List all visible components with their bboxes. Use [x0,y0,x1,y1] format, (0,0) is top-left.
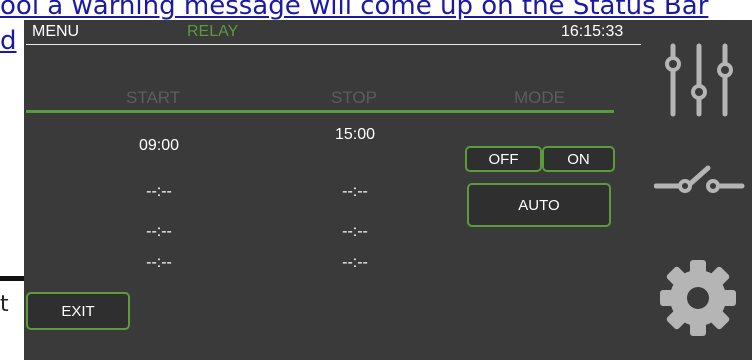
menu-button[interactable]: MENU [32,23,79,41]
page-title: RELAY [187,23,239,40]
top-bar: MENU RELAY 16:15:33 [24,20,644,46]
background-text-char: t [0,292,9,317]
stop-time-4[interactable]: --:-- [310,254,400,272]
mode-auto-button[interactable]: AUTO [467,183,611,227]
column-header-stop: STOP [331,88,377,107]
relay-screen: MENU RELAY 16:15:33 START STOP MODE 09:0… [24,20,644,360]
background-divider [0,276,24,281]
start-time-3[interactable]: --:-- [114,223,204,241]
background-text-fragment[interactable]: d [0,26,17,56]
hmi-panel: MENU RELAY 16:15:33 START STOP MODE 09:0… [24,20,752,360]
exit-button[interactable]: EXIT [26,292,130,330]
column-header-mode: MODE [514,88,565,107]
gear-icon[interactable] [658,258,738,338]
clock: 16:15:33 [561,23,624,40]
stop-time-3[interactable]: --:-- [310,223,400,241]
top-divider [26,44,641,45]
start-time-2[interactable]: --:-- [114,183,204,201]
switch-icon[interactable] [654,162,746,202]
column-header-start: START [126,88,181,107]
sidebar [644,20,752,360]
stop-time-1[interactable]: 15:00 [310,126,400,144]
mode-on-button[interactable]: ON [542,146,615,172]
background-text-line[interactable]: ool a warning message will come up on th… [0,0,708,21]
start-time-1[interactable]: 09:00 [114,137,204,155]
header-divider [26,110,614,113]
stop-time-2[interactable]: --:-- [310,183,400,201]
mode-off-button[interactable]: OFF [465,146,542,172]
sliders-icon[interactable] [664,42,734,118]
start-time-4[interactable]: --:-- [114,254,204,272]
